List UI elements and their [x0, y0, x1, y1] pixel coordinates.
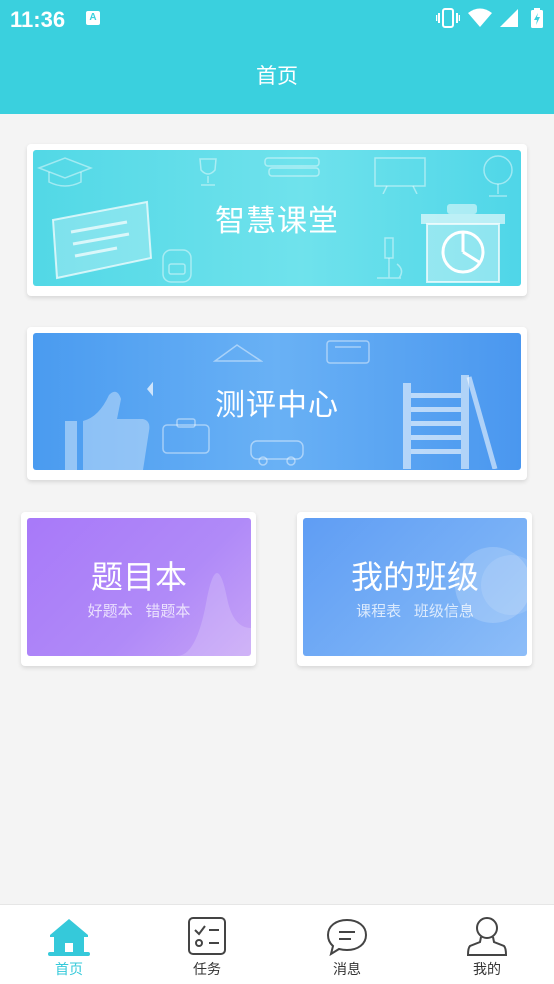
- my-class-links: 课程表 班级信息: [303, 600, 527, 621]
- assessment-center-card[interactable]: 测评中心: [27, 327, 527, 480]
- graduation-cap-icon: [37, 157, 93, 187]
- tab-home[interactable]: 首页: [0, 905, 138, 984]
- task-checklist-icon: [188, 917, 226, 955]
- home-icon: [48, 919, 90, 956]
- ruler-icon: [213, 344, 263, 362]
- user-profile-icon: [466, 917, 508, 956]
- books-icon: [264, 157, 320, 177]
- trophy-icon: [199, 158, 217, 186]
- calculator-icon: [326, 340, 370, 364]
- wrong-questions-link[interactable]: 错题本: [145, 602, 190, 620]
- smart-classroom-card[interactable]: 智慧课堂: [27, 144, 527, 296]
- question-book-links: 好题本 错题本: [27, 600, 251, 621]
- tab-messages[interactable]: 消息: [278, 905, 416, 984]
- wifi-icon: [468, 8, 492, 27]
- easel-icon: [374, 157, 426, 194]
- bus-icon: [250, 440, 304, 466]
- good-questions-link[interactable]: 好题本: [88, 602, 133, 620]
- tab-home-label: 首页: [55, 962, 83, 978]
- schedule-link[interactable]: 课程表: [356, 602, 401, 620]
- question-book-panel[interactable]: 题目本 好题本 错题本: [27, 518, 251, 656]
- assessment-center-banner[interactable]: 测评中心: [33, 333, 521, 470]
- question-book-card[interactable]: 题目本 好题本 错题本: [21, 512, 256, 666]
- bottom-tab-bar: 首页 任务 消息 我的: [0, 904, 554, 984]
- tab-profile[interactable]: 我的: [418, 905, 554, 984]
- a-app-icon: A: [86, 11, 100, 25]
- my-class-title: 我的班级: [350, 558, 479, 596]
- status-time: 11:36: [10, 7, 66, 32]
- my-class-card[interactable]: 我的班级 课程表 班级信息: [297, 512, 532, 666]
- class-info-link[interactable]: 班级信息: [414, 602, 474, 620]
- tab-profile-label: 我的: [473, 962, 501, 978]
- page-title: 首页: [256, 64, 298, 88]
- tab-tasks-label: 任务: [193, 962, 221, 978]
- vibrate-icon: [436, 8, 460, 28]
- app-header: 11:36 A 首页: [0, 0, 554, 114]
- question-book-title: 题目本: [90, 558, 187, 596]
- tab-messages-label: 消息: [333, 962, 361, 978]
- globe-icon: [483, 155, 513, 197]
- smart-classroom-title: 智慧课堂: [215, 204, 339, 239]
- backpack-icon: [162, 249, 192, 283]
- status-bar: 11:36 A: [0, 0, 554, 38]
- tab-tasks[interactable]: 任务: [138, 905, 276, 984]
- assessment-center-title: 测评中心: [215, 387, 339, 423]
- microscope-icon: [377, 237, 403, 279]
- smart-classroom-banner[interactable]: 智慧课堂: [33, 150, 521, 286]
- signal-icon: [500, 9, 518, 27]
- my-class-panel[interactable]: 我的班级 课程表 班级信息: [303, 518, 527, 656]
- message-bubble-icon: [326, 918, 368, 957]
- battery-icon: [531, 8, 543, 28]
